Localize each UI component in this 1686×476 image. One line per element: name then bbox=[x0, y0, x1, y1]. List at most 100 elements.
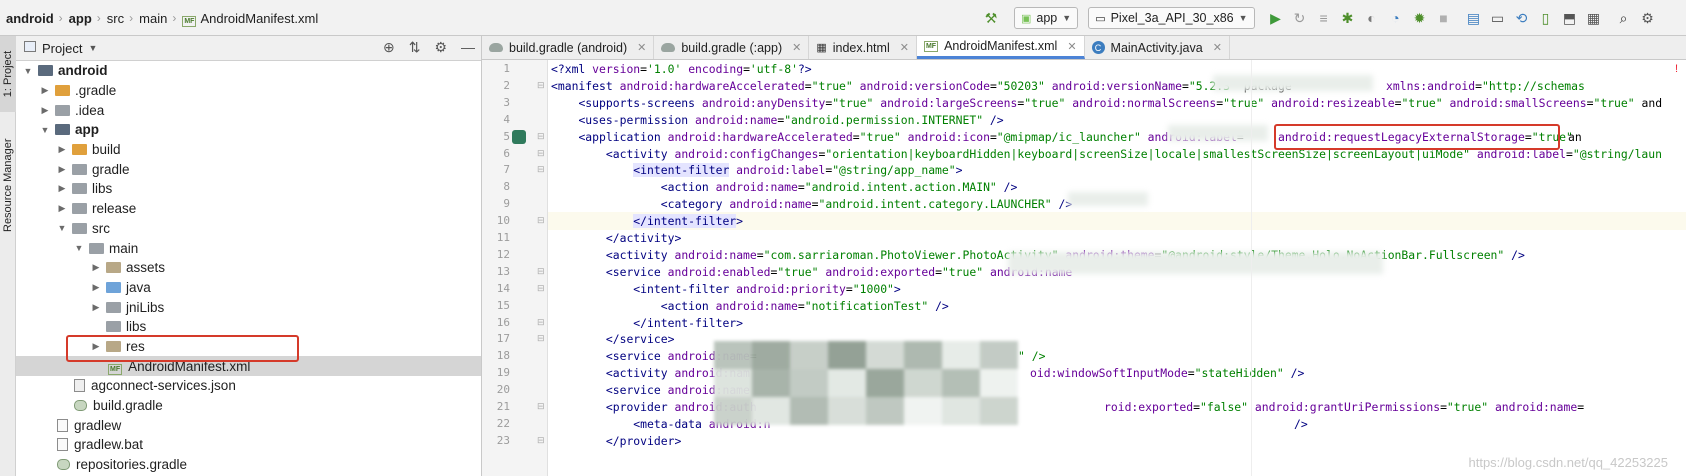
code-line[interactable]: <?xml version='1.0' encoding='utf-8'?> bbox=[551, 60, 812, 78]
code-line[interactable]: <intent-filter android:label="@string/ap… bbox=[551, 161, 963, 179]
tab-build-gradle-android[interactable]: build.gradle (android) ✕ bbox=[482, 36, 655, 59]
tree-item-jnilibs[interactable]: ▶ jniLibs bbox=[16, 297, 481, 317]
code-line[interactable]: <intent-filter android:priority="1000"> bbox=[551, 280, 900, 298]
breadcrumb-item-app[interactable]: app › bbox=[69, 11, 107, 26]
code-line[interactable]: <service android:enabled="true" android:… bbox=[551, 263, 1072, 281]
chevron-down-icon[interactable]: ▼ bbox=[56, 223, 68, 233]
chevron-down-icon[interactable]: ▼ bbox=[73, 243, 85, 253]
fold-marker-icon[interactable]: ⊟ bbox=[537, 401, 545, 412]
device-select[interactable]: ▭ Pixel_3a_API_30_x86 ▼ bbox=[1088, 7, 1255, 29]
chevron-right-icon[interactable]: ▶ bbox=[90, 282, 102, 293]
close-icon[interactable]: ✕ bbox=[1067, 40, 1076, 53]
code-line[interactable]: </intent-filter> bbox=[551, 314, 743, 332]
fold-marker-icon[interactable]: ⊟ bbox=[537, 80, 545, 91]
code-line[interactable]: <supports-screens android:anyDensity="tr… bbox=[551, 94, 1662, 112]
code-line[interactable]: <uses-permission android:name="android.p… bbox=[551, 111, 1003, 129]
resource-manager-tool-tab[interactable]: Resource Manager bbox=[0, 138, 16, 232]
project-tool-tab[interactable]: 1: Project bbox=[0, 36, 16, 112]
chevron-right-icon[interactable]: ▶ bbox=[56, 203, 68, 214]
code-line[interactable]: <application android:hardwareAccelerated… bbox=[551, 128, 1243, 146]
fold-marker-icon[interactable]: ⊟ bbox=[537, 283, 545, 294]
android-activity-marker-icon[interactable] bbox=[512, 129, 526, 144]
code-fragment[interactable]: /> bbox=[1294, 415, 1308, 433]
breadcrumb-item-src[interactable]: src › bbox=[107, 11, 139, 26]
close-icon[interactable]: ✕ bbox=[900, 41, 909, 54]
run-configuration-select[interactable]: ▣ app ▼ bbox=[1014, 7, 1079, 29]
sync-gradle-icon[interactable]: ⟲ bbox=[1513, 9, 1531, 27]
code-line[interactable]: </intent-filter> bbox=[548, 212, 1686, 231]
breadcrumb-item-android[interactable]: android › bbox=[6, 11, 69, 26]
code-fragment[interactable]: " /> bbox=[1018, 347, 1045, 365]
tree-item-gradle[interactable]: ▶ .gradle bbox=[16, 81, 481, 101]
stop-icon[interactable]: ■ bbox=[1435, 9, 1453, 27]
sdk-manager-icon[interactable]: ⬒ bbox=[1561, 9, 1579, 27]
fold-marker-icon[interactable]: ⊟ bbox=[537, 266, 545, 277]
locate-icon[interactable]: ⊕ bbox=[383, 39, 395, 56]
chevron-right-icon[interactable]: ▶ bbox=[56, 144, 68, 155]
gear-icon[interactable]: ⚙ bbox=[434, 39, 447, 56]
hammer-icon[interactable]: ⚒ bbox=[982, 9, 1000, 27]
tree-item-libs[interactable]: libs bbox=[16, 317, 481, 337]
tree-item-gradlew-bat[interactable]: gradlew.bat bbox=[16, 435, 481, 455]
code-line[interactable]: <action android:name="android.intent.act… bbox=[551, 178, 1018, 196]
search-icon[interactable]: ⌕ bbox=[1615, 9, 1633, 27]
close-icon[interactable]: ✕ bbox=[637, 41, 646, 54]
chevron-right-icon[interactable]: ▶ bbox=[90, 262, 102, 273]
code-editor[interactable]: ! <?xml version='1.0' encoding='utf-8'?>… bbox=[548, 60, 1686, 476]
code-line[interactable]: </provider> bbox=[551, 432, 681, 450]
settings-icon[interactable]: ⚙ bbox=[1639, 9, 1657, 27]
chevron-right-icon[interactable]: ▶ bbox=[39, 85, 51, 96]
chevron-right-icon[interactable]: ▶ bbox=[90, 302, 102, 313]
chevron-right-icon[interactable]: ▶ bbox=[39, 105, 51, 116]
tree-item-agconnect-services-json[interactable]: agconnect-services.json bbox=[16, 376, 481, 396]
tree-item-release[interactable]: ▶ release bbox=[16, 199, 481, 219]
tab-index-html[interactable]: ▦ index.html ✕ bbox=[809, 36, 917, 59]
collapse-all-icon[interactable]: ⇅ bbox=[409, 39, 421, 56]
tree-item-gradle[interactable]: ▶ gradle bbox=[16, 159, 481, 179]
fold-marker-icon[interactable]: ⊟ bbox=[537, 164, 545, 175]
tree-item-repositories-gradle[interactable]: repositories.gradle bbox=[16, 455, 481, 475]
tree-item-gradlew[interactable]: gradlew bbox=[16, 415, 481, 435]
code-line[interactable]: <action android:name="notificationTest" … bbox=[551, 297, 949, 315]
run-icon[interactable]: ▶ bbox=[1267, 9, 1285, 27]
breadcrumb-item-main[interactable]: main › bbox=[139, 11, 182, 26]
fold-marker-icon[interactable]: ⊟ bbox=[537, 148, 545, 159]
chevron-right-icon[interactable]: ▶ bbox=[56, 164, 68, 175]
layout-inspector-icon[interactable]: ▦ bbox=[1585, 9, 1603, 27]
chevron-down-icon[interactable]: ▼ bbox=[22, 66, 34, 76]
code-fragment[interactable]: an bbox=[1568, 128, 1582, 146]
fold-marker-icon[interactable]: ⊟ bbox=[537, 435, 545, 446]
close-icon[interactable]: ✕ bbox=[792, 41, 801, 54]
profile-icon[interactable]: ◔ bbox=[1387, 9, 1405, 27]
project-view-selector[interactable]: Project bbox=[42, 41, 82, 56]
avd-manager-icon[interactable]: ▯ bbox=[1537, 9, 1555, 27]
code-line[interactable]: <manifest android:hardwareAccelerated="t… bbox=[551, 77, 1292, 95]
tree-item-build-gradle[interactable]: build.gradle bbox=[16, 396, 481, 416]
chevron-right-icon[interactable]: ▶ bbox=[56, 183, 68, 194]
tab-build-gradle-app[interactable]: build.gradle (:app) ✕ bbox=[654, 36, 810, 59]
code-fragment[interactable]: oid:windowSoftInputMode="stateHidden" /> bbox=[1030, 364, 1304, 382]
apply-changes-icon[interactable]: ↻ bbox=[1291, 9, 1309, 27]
close-icon[interactable]: ✕ bbox=[1213, 41, 1222, 54]
tree-item-src[interactable]: ▼ src bbox=[16, 219, 481, 239]
fold-marker-icon[interactable]: ⊟ bbox=[537, 317, 545, 328]
breadcrumb-item-manifest[interactable]: MF AndroidManifest.xml bbox=[182, 11, 318, 27]
fold-marker-icon[interactable]: ⊟ bbox=[537, 333, 545, 344]
debug-icon[interactable]: ✱ bbox=[1339, 9, 1357, 27]
attach-debugger-icon[interactable]: ✹ bbox=[1411, 9, 1429, 27]
code-fragment[interactable]: roid:exported="false" android:grantUriPe… bbox=[1104, 398, 1584, 416]
tree-item-build[interactable]: ▶ build bbox=[16, 140, 481, 160]
apply-code-changes-icon[interactable]: ≡ bbox=[1315, 9, 1333, 27]
tree-item-java[interactable]: ▶ java bbox=[16, 278, 481, 298]
code-line[interactable]: </activity> bbox=[551, 229, 681, 247]
tree-item-android[interactable]: ▼ android bbox=[16, 61, 481, 81]
tree-item-app[interactable]: ▼ app bbox=[16, 120, 481, 140]
tab-androidmanifest-xml[interactable]: MF AndroidManifest.xml ✕ bbox=[916, 36, 1085, 59]
fold-marker-icon[interactable]: ⊟ bbox=[537, 215, 545, 226]
terminal-icon[interactable]: ▭ bbox=[1489, 9, 1507, 27]
project-structure-icon[interactable]: ▤ bbox=[1465, 9, 1483, 27]
tree-item-idea[interactable]: ▶ .idea bbox=[16, 100, 481, 120]
chevron-down-icon[interactable]: ▼ bbox=[39, 125, 51, 135]
tree-item-main[interactable]: ▼ main bbox=[16, 238, 481, 258]
code-line[interactable]: </service> bbox=[551, 330, 675, 348]
